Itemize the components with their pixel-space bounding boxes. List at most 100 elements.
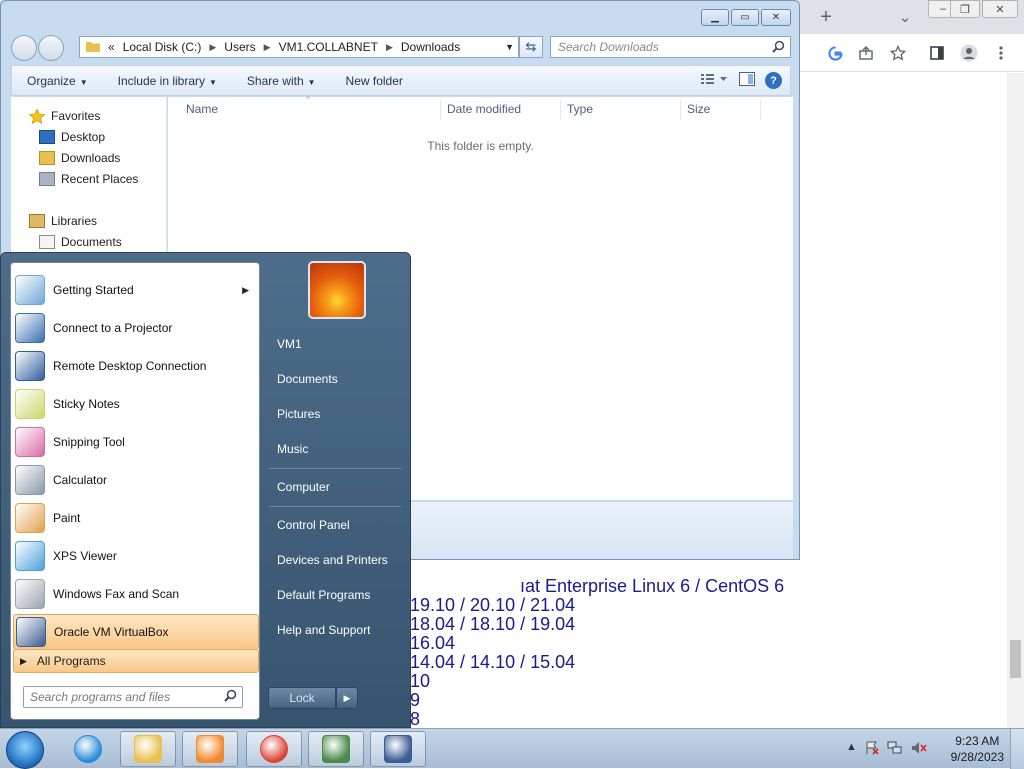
clock[interactable]: 9:23 AM 9/28/2023 [951, 733, 1004, 765]
address-dropdown-icon[interactable]: ▼ [505, 42, 514, 52]
start-item-default-programs[interactable]: Default Programs [277, 588, 370, 602]
chrome-menu-icon[interactable] [990, 42, 1012, 64]
volume-muted-icon[interactable] [911, 741, 927, 758]
address-bar[interactable]: « Local Disk (C:) ▶ Users ▶ VM1.COLLABNE… [79, 36, 519, 58]
chrome-taskbar-button[interactable] [246, 731, 302, 767]
chrome-scrollbar[interactable] [1007, 73, 1024, 728]
nav-documents[interactable]: Documents [39, 235, 122, 249]
network-icon[interactable] [887, 741, 903, 758]
new-tab-button[interactable]: + [815, 6, 837, 28]
chrome-icon [260, 735, 288, 763]
show-desktop-button[interactable] [1010, 729, 1024, 769]
nav-favorites[interactable]: Favorites [28, 108, 100, 125]
chrome-restore-button[interactable]: ❐ [950, 0, 980, 18]
breadcrumb-arrow-icon[interactable]: ▶ [386, 42, 393, 53]
nav-recent-places[interactable]: Recent Places [39, 172, 138, 186]
virtualbox-taskbar-taskbar-button[interactable] [370, 731, 426, 767]
start-item-help-support[interactable]: Help and Support [277, 623, 370, 637]
vm-console-taskbar-button[interactable] [308, 731, 364, 767]
breadcrumb-arrow-icon[interactable]: ▶ [264, 42, 271, 53]
start-item-music[interactable]: Music [277, 442, 308, 456]
fax-scan-icon [15, 579, 45, 609]
internet-explorer-taskbar-button[interactable] [60, 731, 116, 767]
close-button[interactable]: ✕ [761, 9, 791, 26]
program-item[interactable]: Getting Started ▶ [13, 272, 259, 308]
recent-places-icon [39, 172, 55, 186]
breadcrumb-arrow-icon[interactable]: ▶ [209, 42, 216, 53]
column-type[interactable]: Type [567, 102, 593, 116]
documents-icon [39, 235, 55, 249]
program-item[interactable]: Calculator [13, 462, 259, 498]
start-button[interactable] [6, 731, 44, 769]
start-item-devices-printers[interactable]: Devices and Printers [277, 553, 388, 567]
bookmark-star-icon[interactable] [887, 42, 909, 64]
programs-list: Getting Started ▶ Connect to a Projector Re… [10, 262, 260, 720]
start-item-user[interactable]: VM1 [277, 337, 302, 351]
minimize-button[interactable]: ▁ [701, 9, 729, 26]
search-downloads-input[interactable]: Search Downloads [550, 36, 791, 58]
breadcrumb-user-folder[interactable]: VM1.COLLABNET [279, 40, 378, 54]
back-button[interactable] [11, 35, 37, 61]
nav-libraries[interactable]: Libraries [29, 214, 97, 228]
program-item[interactable]: Windows Fax and Scan [13, 576, 259, 612]
search-icon[interactable] [772, 39, 785, 59]
change-view-icon[interactable] [701, 73, 729, 88]
include-in-library-menu[interactable]: Include in library ▼ [103, 74, 232, 88]
column-name[interactable]: Name [186, 102, 218, 116]
nav-desktop[interactable]: Desktop [39, 130, 105, 144]
search-programs-input[interactable]: Search programs and files [23, 686, 243, 708]
side-panel-icon[interactable] [926, 42, 948, 64]
start-item-control-panel[interactable]: Control Panel [277, 518, 350, 532]
page-text-line: 16.04 [410, 633, 456, 653]
submenu-arrow-icon[interactable]: ▶ [242, 285, 249, 296]
start-item-computer[interactable]: Computer [277, 480, 330, 494]
search-icon[interactable] [224, 688, 237, 708]
profile-icon[interactable] [958, 42, 980, 64]
tab-search-button[interactable]: ⌄ [894, 6, 916, 28]
column-size[interactable]: Size [687, 102, 710, 116]
lock-button[interactable]: Lock [268, 687, 336, 709]
help-icon[interactable]: ? [765, 72, 782, 89]
program-item[interactable]: Paint [13, 500, 259, 536]
start-item-documents[interactable]: Documents [277, 372, 338, 386]
address-overflow[interactable]: « [108, 40, 115, 54]
user-avatar[interactable] [308, 261, 366, 319]
nav-downloads[interactable]: Downloads [39, 151, 120, 165]
program-item[interactable]: Sticky Notes [13, 386, 259, 422]
show-hidden-icons-icon[interactable]: ▲ [846, 741, 857, 758]
program-item[interactable]: XPS Viewer [13, 538, 259, 574]
preview-pane-icon[interactable] [739, 72, 755, 89]
windows-explorer-taskbar-button[interactable] [120, 731, 176, 767]
separator [269, 468, 401, 469]
scrollbar-thumb[interactable] [1010, 640, 1021, 678]
chrome-close-button[interactable]: ✕ [982, 0, 1018, 18]
column-date-modified[interactable]: Date modified [447, 102, 521, 116]
clock-time: 9:23 AM [955, 734, 1000, 748]
windows-explorer-icon [134, 735, 162, 763]
xps-viewer-icon [15, 541, 45, 571]
program-item[interactable]: Connect to a Projector [13, 310, 259, 346]
program-item[interactable]: Oracle VM VirtualBox [13, 614, 259, 650]
refresh-icon[interactable]: ⇆ [519, 36, 543, 58]
program-item[interactable]: Remote Desktop Connection [13, 348, 259, 384]
breadcrumb-local-disk[interactable]: Local Disk (C:) [123, 40, 202, 54]
media-player-taskbar-button[interactable] [182, 731, 238, 767]
google-icon[interactable] [824, 42, 846, 64]
shutdown-options-arrow-icon[interactable]: ▶ [336, 687, 358, 709]
action-center-flag-icon[interactable] [865, 741, 879, 758]
share-icon[interactable] [855, 42, 877, 64]
breadcrumb-users[interactable]: Users [224, 40, 255, 54]
program-item[interactable]: Snipping Tool [13, 424, 259, 460]
all-programs-button[interactable]: ▶ All Programs [13, 649, 259, 673]
organize-menu[interactable]: Organize ▼ [12, 74, 103, 88]
maximize-button[interactable]: ▭ [731, 9, 759, 26]
explorer-titlebar[interactable]: ▁ ▭ ✕ [1, 1, 799, 33]
share-with-menu[interactable]: Share with ▼ [232, 74, 331, 88]
new-folder-button[interactable]: New folder [331, 74, 418, 88]
forward-button[interactable] [38, 35, 64, 61]
start-item-pictures[interactable]: Pictures [277, 407, 320, 421]
snipping-tool-icon [15, 427, 45, 457]
search-placeholder: Search Downloads [558, 40, 659, 54]
system-tray: ▲ [846, 741, 927, 758]
breadcrumb-downloads[interactable]: Downloads [401, 40, 460, 54]
